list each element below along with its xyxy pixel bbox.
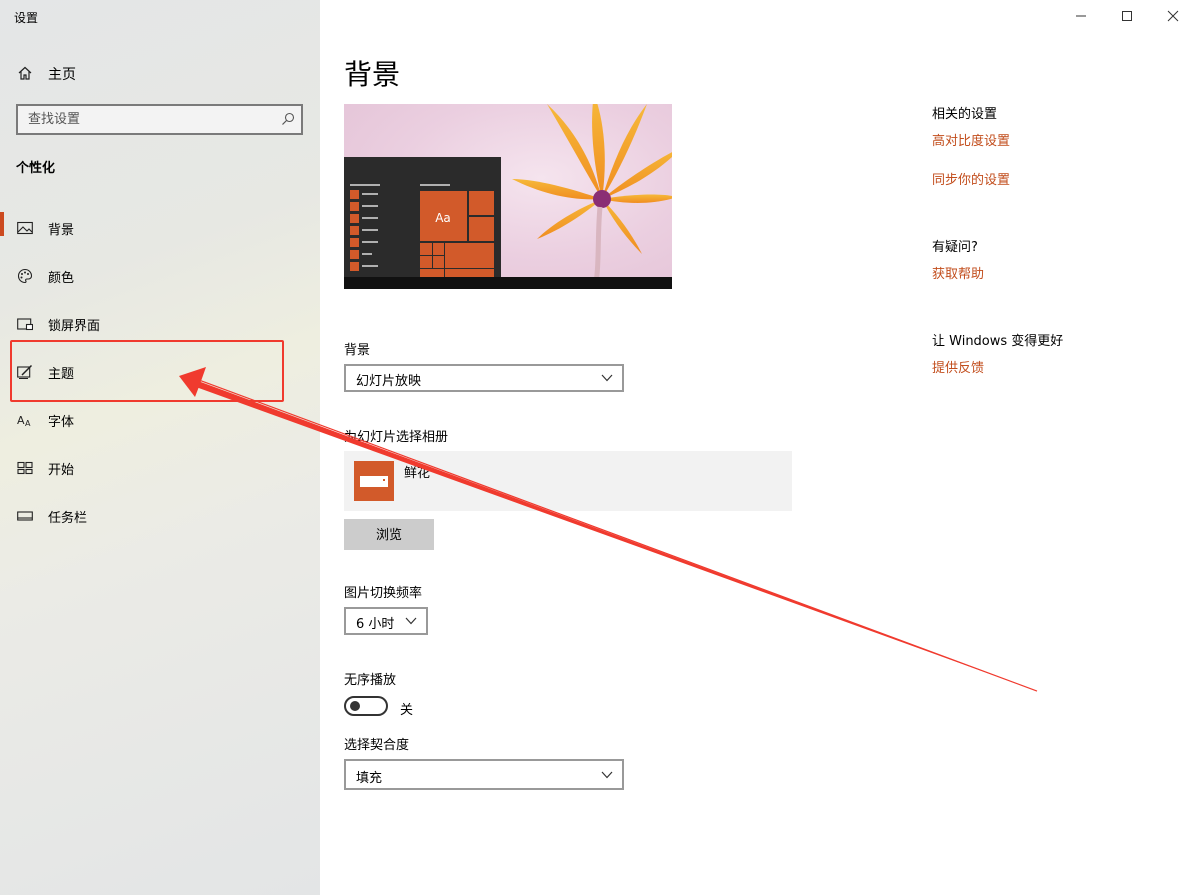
sidebar-item-taskbar[interactable]: 任务栏 xyxy=(0,496,320,536)
background-label: 背景 xyxy=(344,343,371,358)
toggle-knob xyxy=(350,701,360,711)
svg-text:A: A xyxy=(17,414,25,427)
home-nav-item[interactable]: 主页 xyxy=(0,56,320,90)
interval-label: 图片切换频率 xyxy=(344,586,423,601)
fit-label: 选择契合度 xyxy=(344,738,410,753)
album-label: 为幻灯片选择相册 xyxy=(344,430,449,445)
settings-window: 设置 主页 个性化 背景 xyxy=(0,0,1196,895)
maximize-icon xyxy=(1122,11,1132,21)
fit-value: 填充 xyxy=(356,771,383,786)
feedback-link[interactable]: 提供反馈 xyxy=(932,357,984,376)
shuffle-toggle[interactable] xyxy=(344,696,388,716)
palette-icon xyxy=(17,268,33,284)
sidebar-item-label: 锁屏界面 xyxy=(48,319,101,334)
chevron-down-icon xyxy=(405,617,417,625)
close-icon xyxy=(1167,10,1179,22)
image-icon xyxy=(17,221,33,235)
sidebar-item-start[interactable]: 开始 xyxy=(0,448,320,488)
album-name: 鲜花 xyxy=(404,466,431,481)
chevron-down-icon xyxy=(601,374,613,382)
minimize-button[interactable] xyxy=(1058,0,1104,32)
taskbar-icon xyxy=(17,511,33,521)
search-input[interactable] xyxy=(18,106,268,133)
folder-icon xyxy=(360,476,388,487)
interval-dropdown[interactable]: 6 小时 xyxy=(344,607,428,635)
page-title: 背景 xyxy=(344,58,401,91)
sidebar-item-label: 任务栏 xyxy=(48,511,88,526)
browse-button[interactable]: 浏览 xyxy=(344,519,434,550)
sidebar-item-label: 背景 xyxy=(48,223,75,238)
related-settings-heading: 相关的设置 xyxy=(932,107,998,122)
close-button[interactable] xyxy=(1150,0,1196,32)
home-label: 主页 xyxy=(48,67,76,83)
sidebar-item-label: 颜色 xyxy=(48,271,75,286)
help-heading: 有疑问? xyxy=(932,240,978,255)
flower-image: Aa xyxy=(344,104,672,289)
sidebar-item-fonts[interactable]: A A 字体 xyxy=(0,400,320,440)
annotation-highlight-box xyxy=(10,340,284,402)
sidebar-item-label: 字体 xyxy=(48,415,75,430)
folder-thumbnail xyxy=(354,461,394,501)
preview-tile-label: Aa xyxy=(435,211,451,225)
background-dropdown[interactable]: 幻灯片放映 xyxy=(344,364,624,392)
high-contrast-link[interactable]: 高对比度设置 xyxy=(932,130,1010,149)
shuffle-label: 无序播放 xyxy=(344,673,397,688)
font-icon: A A xyxy=(17,414,31,428)
window-controls xyxy=(1058,0,1196,32)
sidebar: 设置 主页 个性化 背景 xyxy=(0,0,320,895)
start-icon xyxy=(17,461,33,475)
sidebar-item-background[interactable]: 背景 xyxy=(0,208,320,248)
shuffle-state: 关 xyxy=(400,703,414,718)
search-icon[interactable] xyxy=(281,112,295,126)
feedback-heading: 让 Windows 变得更好 xyxy=(932,334,1064,349)
sidebar-item-colors[interactable]: 颜色 xyxy=(0,256,320,296)
chevron-down-icon xyxy=(601,771,613,779)
album-item[interactable]: 鲜花 xyxy=(344,451,792,511)
background-preview: Aa xyxy=(344,104,672,289)
get-help-link[interactable]: 获取帮助 xyxy=(932,263,984,282)
sync-settings-link[interactable]: 同步你的设置 xyxy=(932,169,1010,188)
interval-value: 6 小时 xyxy=(356,617,395,632)
search-box[interactable] xyxy=(16,104,303,135)
home-icon xyxy=(18,66,32,80)
svg-text:A: A xyxy=(25,419,31,428)
sidebar-item-lock-screen[interactable]: 锁屏界面 xyxy=(0,304,320,344)
background-value: 幻灯片放映 xyxy=(356,374,422,389)
minimize-icon xyxy=(1076,15,1086,17)
sidebar-item-label: 开始 xyxy=(48,463,75,478)
maximize-button[interactable] xyxy=(1104,0,1150,32)
section-title: 个性化 xyxy=(16,161,56,176)
fit-dropdown[interactable]: 填充 xyxy=(344,759,624,790)
lock-screen-icon xyxy=(17,318,33,331)
window-title: 设置 xyxy=(14,11,39,25)
